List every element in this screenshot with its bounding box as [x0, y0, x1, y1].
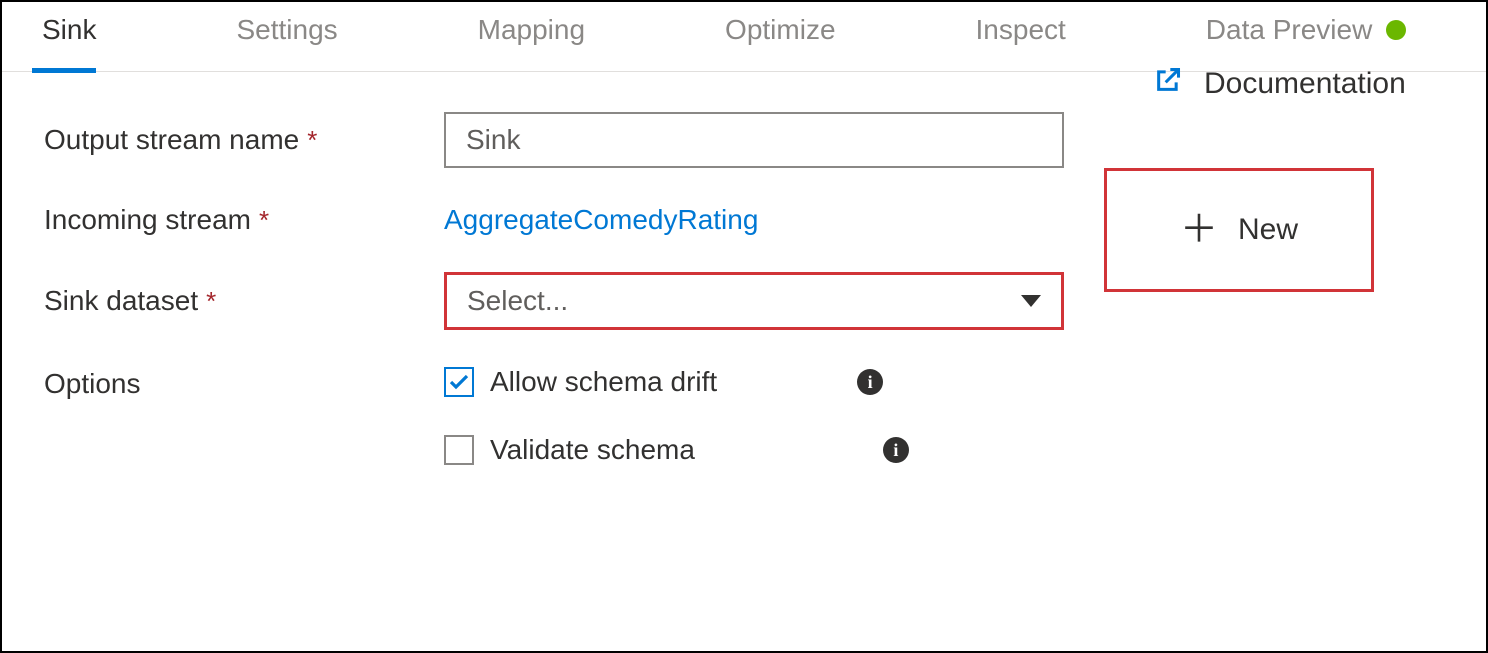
documentation-label: Documentation — [1204, 67, 1406, 101]
sink-config-panel: Sink Settings Mapping Optimize Inspect D… — [0, 0, 1488, 653]
allow-schema-drift-label: Allow schema drift — [490, 366, 717, 398]
external-link-icon — [1154, 66, 1182, 102]
select-placeholder: Select... — [467, 285, 568, 317]
output-stream-name-input[interactable] — [444, 112, 1064, 168]
info-icon[interactable]: i — [857, 369, 883, 395]
validate-schema-checkbox[interactable] — [444, 435, 474, 465]
tab-optimize[interactable]: Optimize — [715, 2, 875, 72]
validate-schema-label: Validate schema — [490, 434, 695, 466]
status-dot-icon — [1386, 20, 1406, 40]
documentation-link[interactable]: Documentation — [1154, 66, 1406, 102]
form-content: Documentation Output stream name * Incom… — [2, 72, 1486, 502]
tab-bar: Sink Settings Mapping Optimize Inspect D… — [2, 2, 1486, 72]
label-options: Options — [44, 366, 444, 400]
tab-data-preview[interactable]: Data Preview — [1196, 2, 1447, 72]
label-sink-dataset: Sink dataset * — [44, 285, 444, 317]
info-icon[interactable]: i — [883, 437, 909, 463]
option-allow-schema-drift: Allow schema drift i — [444, 366, 909, 398]
label-incoming-stream: Incoming stream * — [44, 204, 444, 236]
tab-sink[interactable]: Sink — [32, 2, 136, 72]
label-output-stream-name: Output stream name * — [44, 124, 444, 156]
row-output-stream-name: Output stream name * — [44, 112, 1436, 168]
chevron-down-icon — [1021, 295, 1041, 307]
required-marker: * — [206, 286, 216, 317]
row-options: Options Allow schema drift i Validate sc… — [44, 366, 1436, 502]
plus-icon: ＋ — [1180, 211, 1218, 249]
tab-inspect[interactable]: Inspect — [966, 2, 1106, 72]
new-button[interactable]: ＋ New — [1104, 168, 1374, 292]
new-button-label: New — [1238, 213, 1298, 247]
required-marker: * — [307, 125, 317, 156]
incoming-stream-value[interactable]: AggregateComedyRating — [444, 204, 758, 236]
allow-schema-drift-checkbox[interactable] — [444, 367, 474, 397]
sink-dataset-select[interactable]: Select... — [444, 272, 1064, 330]
tab-mapping[interactable]: Mapping — [468, 2, 625, 72]
option-validate-schema: Validate schema i — [444, 434, 909, 466]
required-marker: * — [259, 205, 269, 236]
tab-settings[interactable]: Settings — [226, 2, 377, 72]
